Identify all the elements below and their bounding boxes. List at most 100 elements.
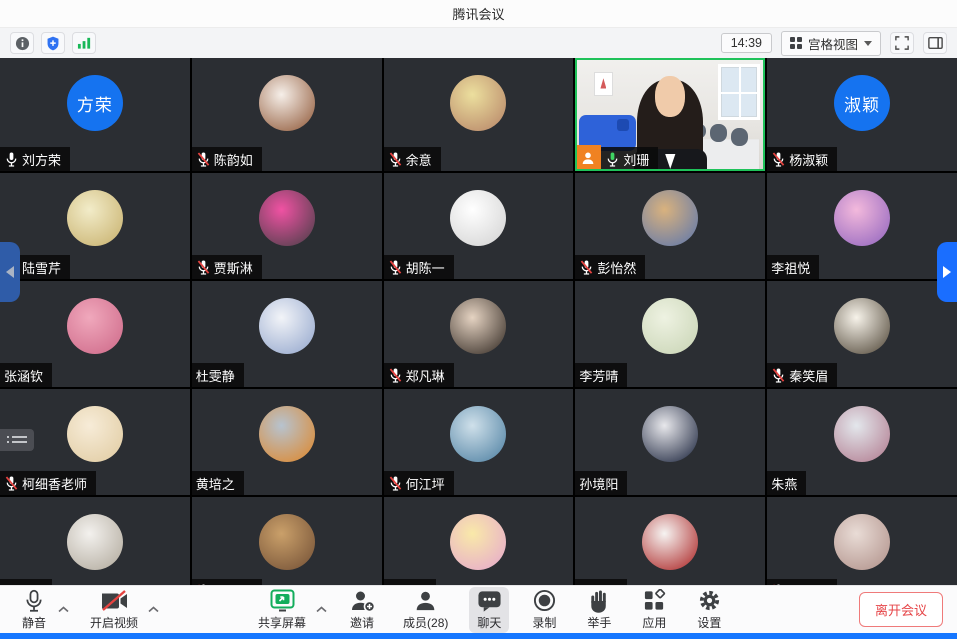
participant-tile[interactable]: 黄培之 — [192, 389, 382, 495]
participant-avatar — [259, 406, 315, 462]
member-list-mini-button[interactable] — [0, 429, 34, 451]
name-label: 孙境阳 — [575, 471, 627, 495]
participant-avatar — [450, 298, 506, 354]
participant-tile[interactable]: 李祖悦 — [767, 173, 957, 279]
participant-tile[interactable]: 张涵钦 — [0, 281, 190, 387]
participant-tile[interactable]: 陆雪芹 — [0, 173, 190, 279]
view-mode-label: 宫格视图 — [808, 34, 858, 53]
mic-status-icon — [388, 151, 403, 168]
meeting-info-icon — [15, 36, 30, 51]
participant-tile[interactable]: 贾斯淋 — [192, 173, 382, 279]
mic-status-icon — [388, 367, 403, 384]
participant-tile[interactable]: 郑凡琳 — [384, 281, 574, 387]
participant-name: 贾斯淋 — [214, 258, 253, 277]
camera-off-icon — [100, 589, 129, 613]
hand-label: 举手 — [587, 614, 611, 631]
participant-avatar — [834, 514, 890, 570]
fullscreen-icon — [895, 36, 909, 50]
video-options-chevron-icon[interactable] — [148, 606, 159, 613]
security-shield-button[interactable] — [41, 32, 65, 54]
mic-status-icon — [605, 151, 620, 168]
participant-name: 孙境阳 — [579, 474, 618, 493]
network-signal-button[interactable] — [72, 32, 96, 54]
fullscreen-button[interactable] — [890, 32, 914, 54]
chevron-left-icon — [6, 266, 14, 278]
participant-tile[interactable]: 秦笑眉 — [767, 281, 957, 387]
participant-tile[interactable]: 彭怡然 — [575, 173, 765, 279]
participant-avatar — [67, 190, 123, 246]
share-button[interactable]: 共享屏幕 — [252, 587, 312, 633]
participant-avatar — [834, 298, 890, 354]
view-mode-dropdown[interactable]: 宫格视图 — [781, 31, 881, 56]
participant-avatar — [67, 406, 123, 462]
prev-page-button[interactable] — [0, 242, 20, 302]
settings-label: 设置 — [697, 614, 721, 631]
sidebar-toggle-button[interactable] — [923, 32, 947, 54]
next-page-button[interactable] — [937, 242, 957, 302]
participant-tile[interactable]: 刘珊 — [575, 58, 765, 171]
participant-name: 黄培之 — [196, 474, 235, 493]
share-options-chevron-icon[interactable] — [316, 606, 327, 613]
meeting-timer: 14:39 — [721, 33, 772, 53]
mic-status-icon — [388, 475, 403, 492]
name-label: 李祖悦 — [767, 255, 819, 279]
participant-avatar — [642, 298, 698, 354]
members-button[interactable]: 成员(28) — [397, 587, 454, 633]
members-group: 成员(28) — [397, 587, 454, 633]
participant-tile[interactable]: 杜雯静 — [192, 281, 382, 387]
person-add-icon — [350, 589, 375, 613]
mute-label: 静音 — [22, 614, 46, 631]
participant-name: 柯细香老师 — [22, 474, 87, 493]
name-label: 贾斯淋 — [192, 255, 262, 279]
meeting-info-button[interactable] — [10, 32, 34, 54]
record-icon — [533, 589, 556, 613]
members-label: 成员(28) — [403, 614, 448, 631]
participant-tile[interactable]: 李芳晴 — [575, 281, 765, 387]
participant-tile[interactable]: 孙境阳 — [575, 389, 765, 495]
participant-avatar — [450, 75, 506, 131]
name-label: 朱燕 — [767, 471, 806, 495]
mute-button[interactable]: 静音 — [14, 587, 54, 633]
titlebar: 腾讯会议 — [0, 0, 957, 28]
participant-name: 朱燕 — [771, 474, 797, 493]
record-button[interactable]: 录制 — [524, 587, 564, 633]
participant-avatar — [642, 190, 698, 246]
share-screen-icon — [269, 589, 296, 613]
participant-name: 陈韵如 — [214, 150, 253, 169]
raise-hand-icon — [588, 589, 610, 613]
host-badge — [575, 145, 601, 171]
participant-name: 秦笑眉 — [789, 366, 828, 385]
participant-tile[interactable]: 胡陈一 — [384, 173, 574, 279]
participant-name: 胡陈一 — [406, 258, 445, 277]
participant-tile[interactable]: 陈韵如 — [192, 58, 382, 171]
chat-icon — [477, 589, 502, 613]
invite-button[interactable]: 邀请 — [342, 587, 382, 633]
chat-label: 聊天 — [477, 614, 501, 631]
grid-view-icon — [790, 37, 802, 49]
mic-icon — [23, 589, 45, 613]
participant-name: 余意 — [406, 150, 432, 169]
chat-group: 聊天 — [469, 587, 509, 633]
mute-options-chevron-icon[interactable] — [58, 606, 69, 613]
participant-tile[interactable]: 何江坪 — [384, 389, 574, 495]
leave-meeting-button[interactable]: 离开会议 — [859, 592, 943, 627]
apps-button[interactable]: 应用 — [634, 587, 674, 633]
taskbar-edge — [0, 633, 957, 639]
name-label: 郑凡琳 — [384, 363, 454, 387]
apps-icon — [643, 589, 666, 613]
participant-tile[interactable]: 余意 — [384, 58, 574, 171]
app-title: 腾讯会议 — [452, 4, 504, 23]
participant-avatar — [259, 75, 315, 131]
participant-tile[interactable]: 淑颖 杨淑颖 — [767, 58, 957, 171]
participant-tile[interactable]: 方荣 刘方荣 — [0, 58, 190, 171]
chat-button[interactable]: 聊天 — [469, 587, 509, 633]
name-label: 刘方荣 — [0, 147, 70, 171]
hand-group: 举手 — [579, 587, 619, 633]
participant-tile[interactable]: 朱燕 — [767, 389, 957, 495]
participant-name: 杜雯静 — [196, 366, 235, 385]
video-button[interactable]: 开启视频 — [84, 587, 144, 633]
record-group: 录制 — [524, 587, 564, 633]
settings-button[interactable]: 设置 — [689, 587, 729, 633]
top-toolbar: 14:39 宫格视图 — [0, 28, 957, 58]
hand-button[interactable]: 举手 — [579, 587, 619, 633]
